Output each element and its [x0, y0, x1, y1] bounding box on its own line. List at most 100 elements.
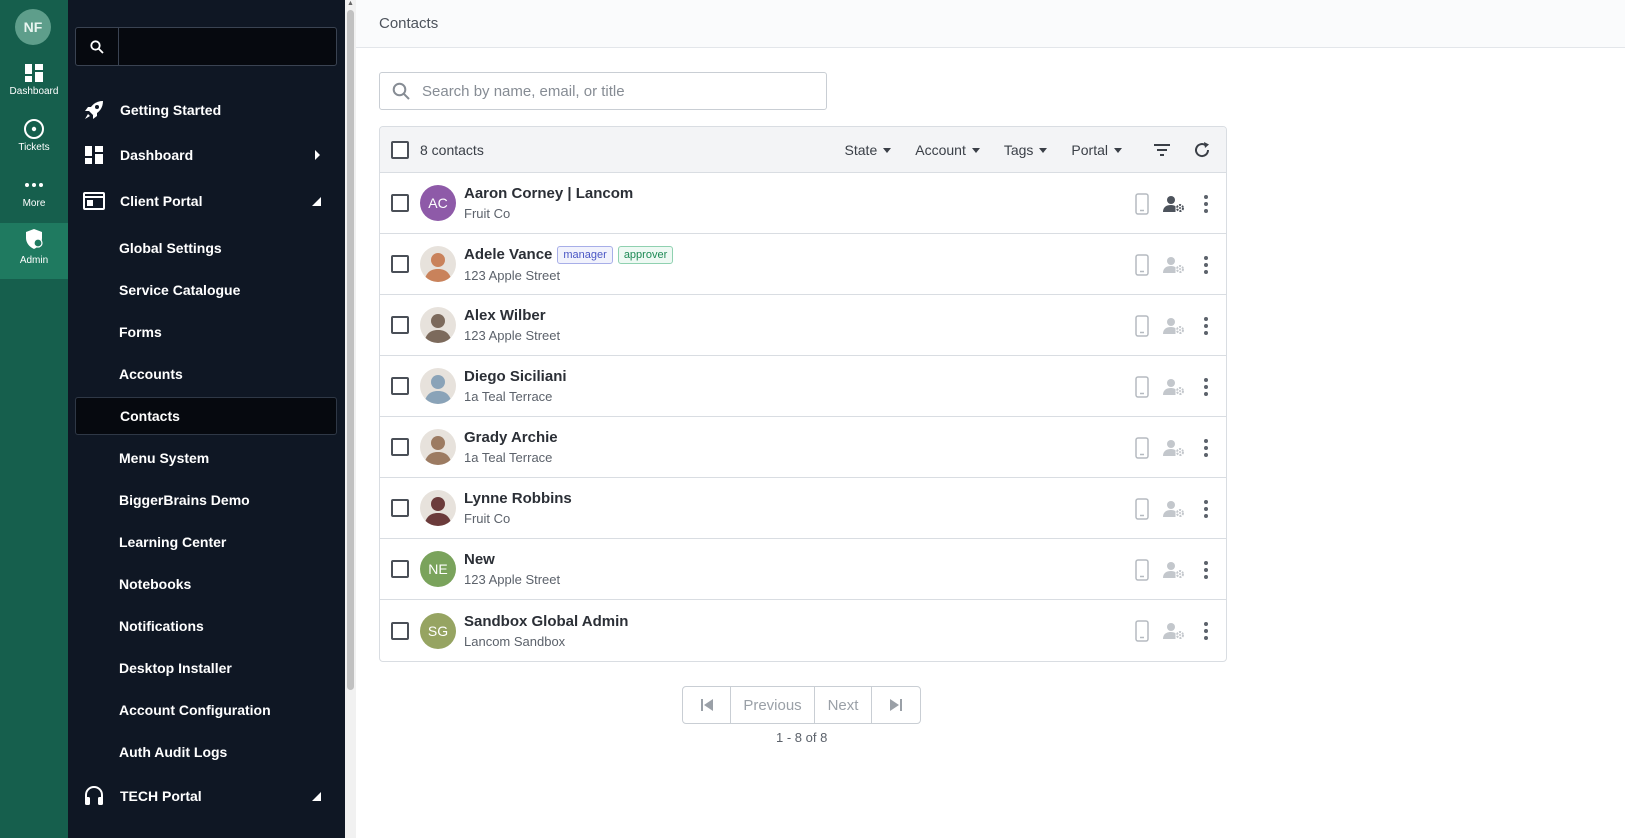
- user-settings-icon[interactable]: [1158, 561, 1190, 579]
- previous-page-button[interactable]: Previous: [731, 687, 815, 723]
- more-options-icon[interactable]: [1190, 621, 1222, 640]
- next-page-button[interactable]: Next: [815, 687, 872, 723]
- rail-item-tickets[interactable]: Tickets: [0, 116, 68, 168]
- contact-search-input[interactable]: [422, 82, 802, 100]
- contact-search[interactable]: [379, 72, 827, 110]
- row-checkbox[interactable]: [391, 194, 409, 212]
- more-options-icon[interactable]: [1190, 499, 1222, 518]
- row-actions: [1126, 417, 1226, 478]
- first-page-button[interactable]: [683, 687, 731, 723]
- mobile-phone-icon[interactable]: [1126, 497, 1158, 520]
- contact-name[interactable]: New: [464, 551, 495, 568]
- rail-item-dashboard[interactable]: Dashboard: [0, 60, 68, 112]
- scrollbar-thumb[interactable]: [347, 10, 354, 690]
- contact-row[interactable]: Lynne Robbins Fruit Co: [380, 478, 1226, 539]
- mobile-phone-icon[interactable]: [1126, 314, 1158, 337]
- contact-name[interactable]: Alex Wilber: [464, 307, 546, 324]
- sidebar-search[interactable]: [75, 27, 337, 66]
- contact-avatar: [420, 429, 456, 465]
- more-options-icon[interactable]: [1190, 438, 1222, 457]
- rail-item-more[interactable]: More: [0, 172, 68, 224]
- sidebar-subitem-contacts[interactable]: Contacts: [75, 397, 337, 435]
- contact-name[interactable]: Sandbox Global Admin: [464, 613, 628, 630]
- sidebar-subitem-service-catalogue[interactable]: Service Catalogue: [75, 271, 337, 309]
- sidebar-item-getting-started[interactable]: Getting Started: [68, 88, 345, 132]
- contact-name-line[interactable]: Adele Vance manager approver: [464, 245, 674, 264]
- user-settings-icon[interactable]: [1158, 500, 1190, 518]
- contact-row[interactable]: Alex Wilber 123 Apple Street: [380, 295, 1226, 356]
- filter-state-dropdown[interactable]: State: [845, 142, 892, 158]
- mobile-phone-icon[interactable]: [1126, 558, 1158, 581]
- contact-name[interactable]: Lynne Robbins: [464, 490, 572, 507]
- contact-name[interactable]: Adele Vance: [464, 246, 552, 263]
- sidebar-subitem-global-settings[interactable]: Global Settings: [75, 229, 337, 267]
- select-all-checkbox[interactable]: [391, 140, 409, 159]
- more-options-icon[interactable]: [1190, 255, 1222, 274]
- contact-name-line[interactable]: New: [464, 551, 560, 568]
- sidebar-subitem-forms[interactable]: Forms: [75, 313, 337, 351]
- sidebar-subitem-biggerbrains-demo[interactable]: BiggerBrains Demo: [75, 481, 337, 519]
- filter-tags-dropdown[interactable]: Tags: [1004, 142, 1048, 158]
- user-settings-icon[interactable]: [1158, 378, 1190, 396]
- filter-account-dropdown[interactable]: Account: [915, 142, 980, 158]
- contact-name[interactable]: Aaron Corney | Lancom: [464, 185, 633, 202]
- contact-name-line[interactable]: Diego Siciliani: [464, 368, 567, 385]
- row-checkbox[interactable]: [391, 499, 409, 517]
- rail-item-admin[interactable]: Admin: [0, 223, 68, 279]
- mobile-phone-icon[interactable]: [1126, 192, 1158, 215]
- contact-row[interactable]: Grady Archie 1a Teal Terrace: [380, 417, 1226, 478]
- row-checkbox[interactable]: [391, 438, 409, 456]
- contact-row[interactable]: NE New 123 Apple Street: [380, 539, 1226, 600]
- sidebar-item-client-portal[interactable]: Client Portal: [68, 179, 345, 223]
- refresh-icon[interactable]: [1186, 141, 1218, 159]
- filter-portal-dropdown[interactable]: Portal: [1071, 142, 1122, 158]
- row-checkbox[interactable]: [391, 621, 409, 640]
- mobile-phone-icon[interactable]: [1126, 619, 1158, 642]
- row-checkbox[interactable]: [391, 377, 409, 395]
- contact-name-line[interactable]: Sandbox Global Admin: [464, 613, 628, 630]
- mobile-phone-icon[interactable]: [1126, 436, 1158, 459]
- contact-name-line[interactable]: Alex Wilber: [464, 307, 560, 324]
- sidebar-subitem-notifications[interactable]: Notifications: [75, 607, 337, 645]
- sidebar-subitem-notebooks[interactable]: Notebooks: [75, 565, 337, 603]
- sidebar-item-tech-portal[interactable]: TECH Portal: [68, 774, 345, 818]
- more-options-icon[interactable]: [1190, 377, 1222, 396]
- last-page-button[interactable]: [872, 687, 920, 723]
- sidebar-subitem-menu-system[interactable]: Menu System: [75, 439, 337, 477]
- row-checkbox[interactable]: [391, 560, 409, 578]
- sidebar-subitem-auth-audit-logs[interactable]: Auth Audit Logs: [75, 733, 337, 771]
- sidebar-search-input[interactable]: [119, 28, 336, 65]
- user-settings-icon[interactable]: [1158, 439, 1190, 457]
- contact-name[interactable]: Grady Archie: [464, 429, 558, 446]
- more-options-icon[interactable]: [1190, 560, 1222, 579]
- contact-row[interactable]: SG Sandbox Global Admin Lancom Sandbox: [380, 600, 1226, 661]
- contact-row[interactable]: Adele Vance manager approver 123 Apple Stre…: [380, 234, 1226, 295]
- sidebar-scrollbar[interactable]: ▲: [345, 0, 356, 838]
- contact-name-line[interactable]: Lynne Robbins: [464, 490, 572, 507]
- user-settings-icon[interactable]: [1158, 195, 1190, 213]
- contact-name-line[interactable]: Grady Archie: [464, 429, 558, 446]
- sidebar-subitem-account-configuration[interactable]: Account Configuration: [75, 691, 337, 729]
- sidebar-subitem-learning-center[interactable]: Learning Center: [75, 523, 337, 561]
- row-checkbox[interactable]: [391, 255, 409, 273]
- scroll-up-icon[interactable]: ▲: [347, 0, 354, 7]
- contact-row[interactable]: AC Aaron Corney | Lancom Fruit Co: [380, 173, 1226, 234]
- user-settings-icon[interactable]: [1158, 317, 1190, 335]
- sidebar-item-dashboard[interactable]: Dashboard: [68, 133, 345, 177]
- row-checkbox[interactable]: [391, 316, 409, 334]
- contact-name-line[interactable]: Aaron Corney | Lancom: [464, 185, 633, 202]
- contact-avatar: AC: [420, 185, 456, 221]
- mobile-phone-icon[interactable]: [1126, 375, 1158, 398]
- more-options-icon[interactable]: [1190, 316, 1222, 335]
- user-avatar[interactable]: NF: [15, 9, 51, 45]
- user-settings-icon[interactable]: [1158, 622, 1190, 640]
- sidebar-subitem-desktop-installer[interactable]: Desktop Installer: [75, 649, 337, 687]
- mobile-phone-icon[interactable]: [1126, 253, 1158, 276]
- contact-name[interactable]: Diego Siciliani: [464, 368, 567, 385]
- rail-item-label: More: [22, 198, 46, 209]
- filter-lines-icon[interactable]: [1146, 143, 1178, 157]
- user-settings-icon[interactable]: [1158, 256, 1190, 274]
- more-options-icon[interactable]: [1190, 194, 1222, 213]
- sidebar-subitem-accounts[interactable]: Accounts: [75, 355, 337, 393]
- contact-row[interactable]: Diego Siciliani 1a Teal Terrace: [380, 356, 1226, 417]
